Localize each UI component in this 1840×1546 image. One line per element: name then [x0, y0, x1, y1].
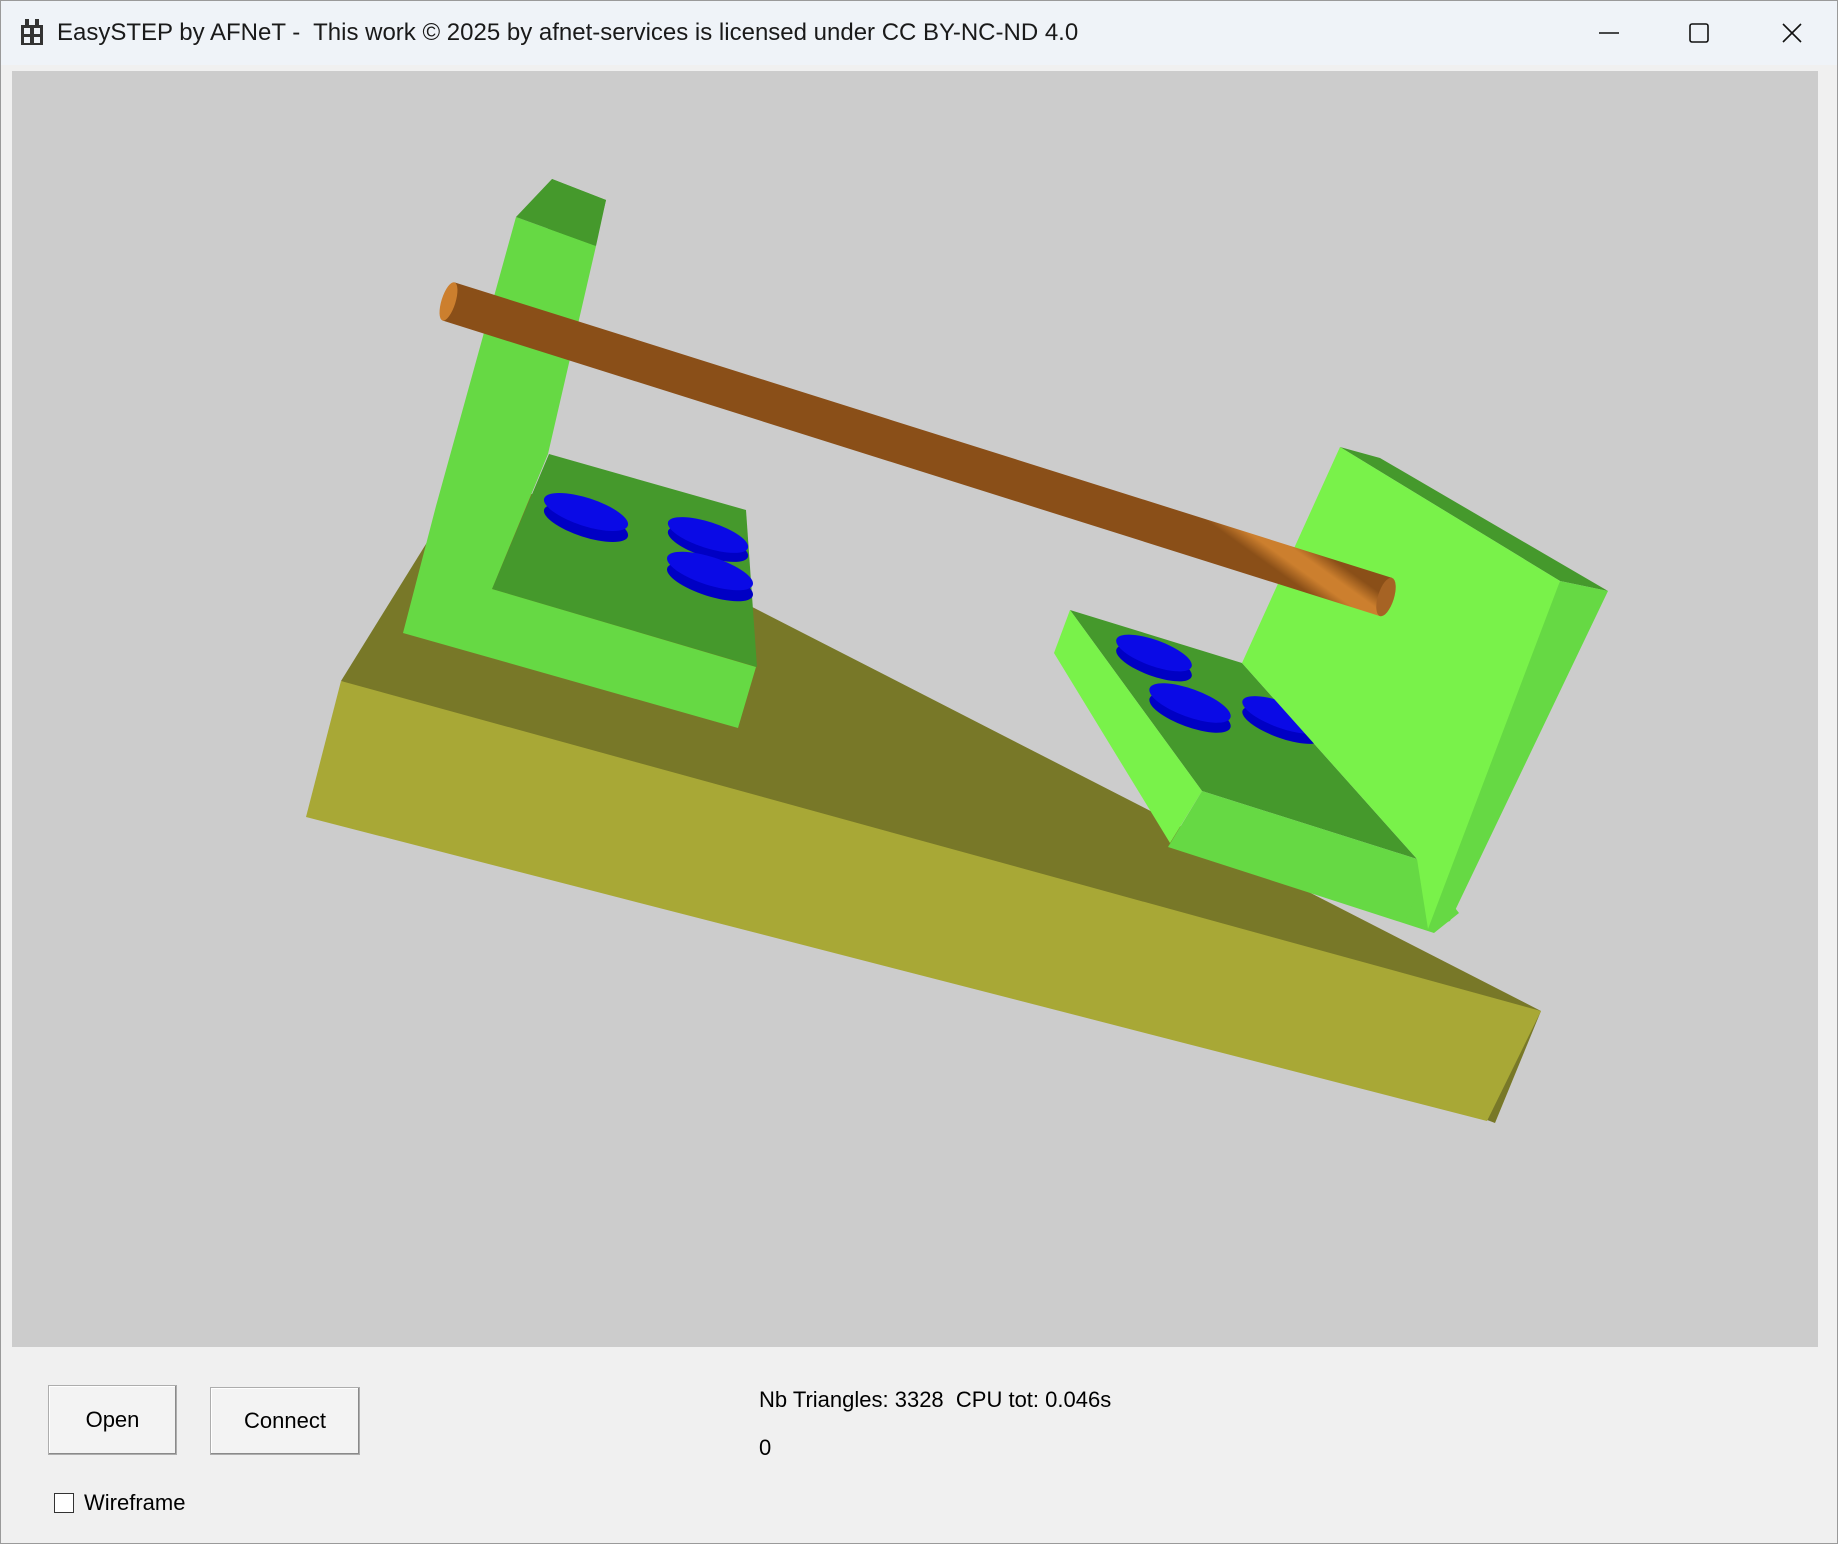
wireframe-checkbox-box[interactable]: [54, 1493, 74, 1513]
left-bracket: [403, 179, 757, 728]
title-bar[interactable]: EasySTEP by AFNeT - This work © 2025 by …: [1, 1, 1837, 65]
app-icon: [21, 19, 43, 45]
maximize-icon: [1689, 23, 1709, 43]
maximize-button[interactable]: [1653, 1, 1745, 65]
minimize-button[interactable]: [1563, 1, 1655, 65]
app-window: EasySTEP by AFNeT - This work © 2025 by …: [0, 0, 1838, 1544]
open-button[interactable]: Open: [48, 1385, 177, 1455]
window-title: EasySTEP by AFNeT - This work © 2025 by …: [57, 19, 1079, 46]
3d-viewport[interactable]: [12, 71, 1818, 1347]
minimize-icon: [1599, 32, 1619, 34]
close-button[interactable]: [1746, 1, 1837, 65]
model-render: [306, 179, 1608, 1123]
wireframe-label: Wireframe: [84, 1490, 186, 1515]
counter-text: 0: [759, 1435, 772, 1460]
wireframe-checkbox[interactable]: Wireframe: [54, 1490, 185, 1516]
close-icon: [1782, 23, 1802, 43]
connect-button[interactable]: Connect: [210, 1387, 360, 1455]
stats-text: Nb Triangles: 3328 CPU tot: 0.046s: [759, 1387, 1112, 1412]
